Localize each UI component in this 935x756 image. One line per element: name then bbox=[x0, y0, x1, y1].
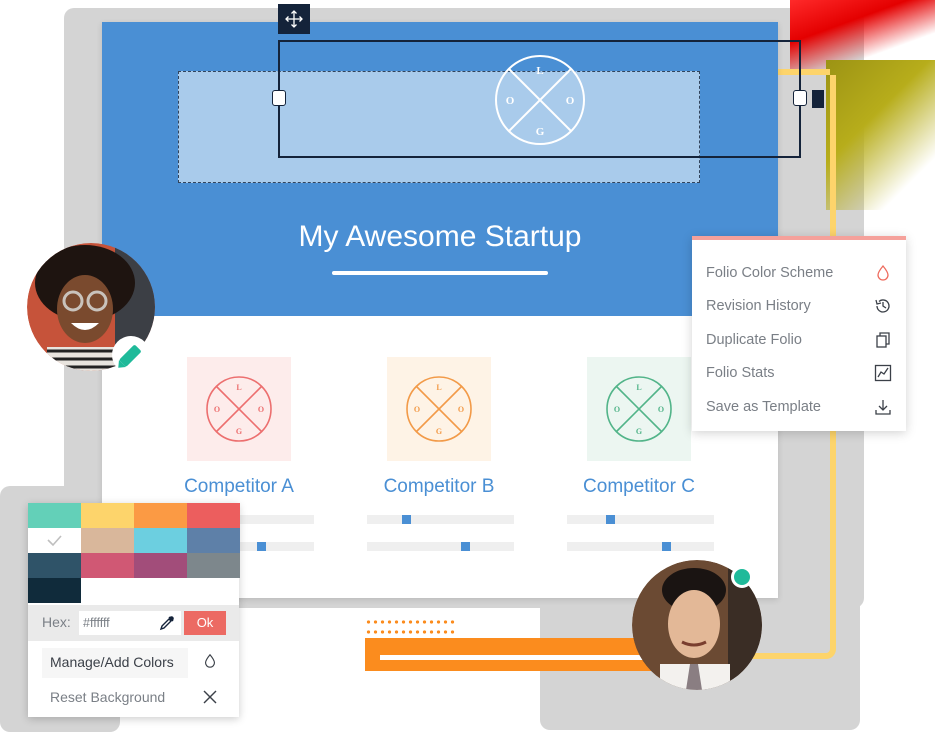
manage-colors-label: Manage/Add Colors bbox=[50, 654, 174, 670]
menu-item-label: Folio Color Scheme bbox=[706, 265, 834, 281]
logo-letter: O bbox=[258, 405, 264, 414]
logo-badge: L O O G bbox=[495, 55, 585, 145]
droplet-icon bbox=[877, 264, 889, 281]
competitor-logo-tile[interactable]: L O O G bbox=[587, 357, 691, 461]
logo-letter: L bbox=[536, 65, 543, 77]
title-underline bbox=[332, 271, 548, 275]
competitor-logo: L O O G bbox=[206, 376, 272, 442]
duplicate-icon bbox=[876, 332, 890, 348]
logo-letter: O bbox=[506, 95, 515, 107]
logo-letter: L bbox=[436, 383, 441, 392]
color-swatch[interactable] bbox=[187, 528, 240, 553]
slider-knob[interactable] bbox=[461, 542, 470, 551]
reset-background-button[interactable]: Reset Background bbox=[50, 689, 165, 705]
stats-icon bbox=[874, 364, 892, 382]
resize-handle-left[interactable] bbox=[272, 90, 286, 106]
check-icon bbox=[47, 535, 62, 547]
color-swatch[interactable] bbox=[187, 553, 240, 578]
hero-section[interactable]: L O O G My Awesome Startup bbox=[102, 4, 824, 316]
menu-item-label: Duplicate Folio bbox=[706, 332, 802, 348]
move-handle[interactable] bbox=[278, 4, 310, 34]
online-status-indicator bbox=[731, 566, 753, 588]
menu-item-label: Save as Template bbox=[706, 399, 821, 415]
slider-knob[interactable] bbox=[257, 542, 266, 551]
decor-olive-corner bbox=[826, 60, 935, 210]
close-icon[interactable] bbox=[203, 690, 217, 704]
menu-item-color-scheme[interactable]: Folio Color Scheme bbox=[706, 261, 892, 285]
decor-dots bbox=[365, 630, 455, 634]
color-swatch[interactable] bbox=[28, 503, 81, 528]
history-icon bbox=[875, 299, 890, 313]
folio-options-menu: Folio Color Scheme Revision History Dupl… bbox=[692, 236, 906, 431]
color-swatch[interactable] bbox=[134, 528, 187, 553]
decor-orange-stripe bbox=[380, 655, 670, 660]
slider-knob[interactable] bbox=[606, 515, 615, 524]
color-picker-panel: Hex: Ok Manage/Add Colors Reset Backgrou… bbox=[28, 503, 240, 717]
rating-slider[interactable] bbox=[367, 515, 514, 524]
logo-letter: O bbox=[414, 405, 420, 414]
logo-letter: O bbox=[458, 405, 464, 414]
menu-item-duplicate[interactable]: Duplicate Folio bbox=[706, 328, 892, 352]
hex-label: Hex: bbox=[42, 614, 71, 630]
menu-item-label: Folio Stats bbox=[706, 365, 775, 381]
logo-letter: O bbox=[214, 405, 220, 414]
edit-pencil-icon bbox=[112, 336, 150, 374]
droplet-icon[interactable] bbox=[202, 652, 218, 670]
manage-colors-button[interactable]: Manage/Add Colors bbox=[42, 648, 188, 678]
hero-title[interactable]: My Awesome Startup bbox=[102, 220, 778, 254]
color-swatch[interactable] bbox=[134, 553, 187, 578]
logo-letter: L bbox=[636, 383, 641, 392]
slider-knob[interactable] bbox=[402, 515, 411, 524]
logo-letter: G bbox=[436, 427, 442, 436]
competitor-logo-tile[interactable]: L O O G bbox=[387, 357, 491, 461]
rating-slider[interactable] bbox=[367, 542, 514, 551]
color-swatch[interactable] bbox=[28, 578, 81, 603]
logo-letter: O bbox=[566, 95, 575, 107]
competitor-logo: L O O G bbox=[406, 376, 472, 442]
menu-item-revision-history[interactable]: Revision History bbox=[706, 294, 892, 318]
download-icon bbox=[875, 400, 891, 415]
slider-knob[interactable] bbox=[662, 542, 671, 551]
competitor-logo-tile[interactable]: L O O G bbox=[187, 357, 291, 461]
competitor-name[interactable]: Competitor B bbox=[339, 476, 539, 498]
color-swatch[interactable] bbox=[187, 503, 240, 528]
collaborator-avatar-2[interactable] bbox=[632, 560, 764, 702]
ok-button[interactable]: Ok bbox=[184, 611, 226, 635]
logo-letter: O bbox=[658, 405, 664, 414]
competitor-logo: L O O G bbox=[606, 376, 672, 442]
menu-item-label: Revision History bbox=[706, 298, 811, 314]
menu-item-save-template[interactable]: Save as Template bbox=[706, 395, 892, 419]
color-swatch[interactable] bbox=[81, 553, 134, 578]
collaborator-avatar-1[interactable] bbox=[27, 243, 155, 374]
color-swatch[interactable] bbox=[134, 503, 187, 528]
menu-item-stats[interactable]: Folio Stats bbox=[706, 361, 892, 385]
decor-dots bbox=[365, 620, 455, 624]
color-swatch[interactable] bbox=[28, 553, 81, 578]
logo-letter: G bbox=[636, 427, 642, 436]
competitor-name[interactable]: Competitor C bbox=[539, 476, 739, 498]
move-icon bbox=[285, 10, 303, 28]
logo-letter: G bbox=[236, 427, 242, 436]
logo-letter: G bbox=[536, 126, 545, 138]
resize-handle-tab bbox=[812, 90, 824, 108]
logo-letter: L bbox=[236, 383, 241, 392]
resize-handle-right[interactable] bbox=[793, 90, 807, 106]
hex-row: Hex: Ok bbox=[28, 605, 239, 641]
rating-slider[interactable] bbox=[567, 515, 714, 524]
eyedropper-icon[interactable] bbox=[159, 615, 175, 631]
competitor-name[interactable]: Competitor A bbox=[139, 476, 339, 498]
logo-letter: O bbox=[614, 405, 620, 414]
color-swatch[interactable] bbox=[28, 528, 81, 553]
color-swatch[interactable] bbox=[81, 528, 134, 553]
rating-slider[interactable] bbox=[567, 542, 714, 551]
color-swatch[interactable] bbox=[81, 503, 134, 528]
